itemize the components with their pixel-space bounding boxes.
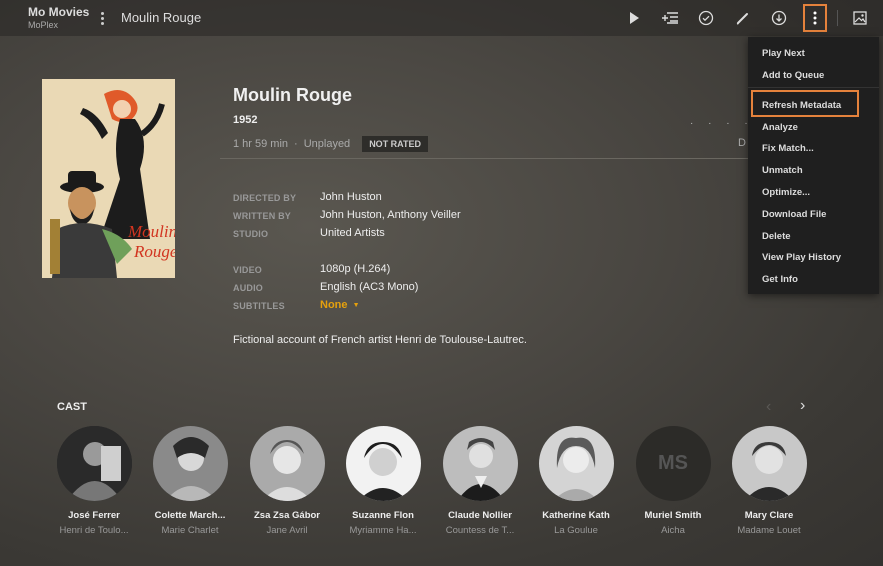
add-to-playlist-icon[interactable] xyxy=(658,6,682,30)
cast-member[interactable]: José Ferrer Henri de Toulo... xyxy=(44,426,144,536)
check-circle-icon[interactable] xyxy=(694,6,718,30)
movie-year: 1952 xyxy=(233,114,258,126)
avatar xyxy=(56,426,132,501)
cast-name: Mary Clare xyxy=(744,510,794,521)
more-options-button[interactable] xyxy=(803,4,827,32)
cast-name: Muriel Smith xyxy=(644,510,702,521)
cast-role: Aicha xyxy=(661,525,685,536)
duration: 1 hr 59 min xyxy=(233,138,289,150)
menu-item-get-info[interactable]: Get Info xyxy=(762,274,798,285)
cast-member[interactable]: Colette March... Marie Charlet xyxy=(140,426,240,536)
cast-role: Countess de T... xyxy=(445,525,515,536)
content-rating-badge: NOT RATED xyxy=(362,136,429,152)
movie-poster[interactable]: Moulin Rouge xyxy=(42,79,175,278)
cast-role: La Goulue xyxy=(554,525,598,536)
cast-member[interactable]: Mary Clare Madame Louet xyxy=(719,426,819,536)
chevron-right-icon[interactable]: › xyxy=(800,397,805,415)
server-name[interactable]: Mo Movies xyxy=(28,5,89,19)
movie-summary: Fictional account of French artist Henri… xyxy=(233,334,527,346)
subtitles-value: None xyxy=(320,299,348,311)
chevron-left-icon[interactable]: ‹ xyxy=(766,398,771,416)
video-label: VIDEO xyxy=(233,265,263,275)
cast-heading: CAST xyxy=(57,401,87,413)
cast-member[interactable]: Katherine Kath La Goulue xyxy=(526,426,626,536)
cast-role: Myriamme Ha... xyxy=(349,525,417,536)
audio-value[interactable]: English (AC3 Mono) xyxy=(320,281,418,293)
menu-divider xyxy=(748,87,879,88)
avatar xyxy=(345,426,421,501)
menu-item-download-file[interactable]: Download File xyxy=(762,209,826,220)
toolbar-divider xyxy=(837,10,838,26)
avatar xyxy=(249,426,325,501)
cast-member[interactable]: Claude Nollier Countess de T... xyxy=(430,426,530,536)
server-subtitle: MoPlex xyxy=(28,20,59,30)
menu-item-add-to-queue[interactable]: Add to Queue xyxy=(762,70,824,81)
avatar xyxy=(442,426,518,501)
cast-name: Claude Nollier xyxy=(448,510,512,521)
cast-member[interactable]: MS Muriel Smith Aicha xyxy=(623,426,723,536)
cast-name: Katherine Kath xyxy=(542,510,610,521)
cast-role: Marie Charlet xyxy=(161,525,219,536)
cast-name: Colette March... xyxy=(154,510,226,521)
avatar xyxy=(538,426,614,501)
menu-item-delete[interactable]: Delete xyxy=(762,231,791,242)
menu-item-unmatch[interactable]: Unmatch xyxy=(762,165,803,176)
avatar: MS xyxy=(635,426,711,501)
meta-separator: · xyxy=(294,138,298,150)
poster-title-top: Moulin xyxy=(127,222,175,241)
cast-name: Zsa Zsa Gábor xyxy=(254,510,320,521)
download-icon[interactable] xyxy=(767,6,791,30)
directed-by-value[interactable]: John Huston xyxy=(320,191,382,203)
menu-item-optimize[interactable]: Optimize... xyxy=(762,187,810,198)
studio-value[interactable]: United Artists xyxy=(320,227,385,239)
avatar xyxy=(731,426,807,501)
written-by-value[interactable]: John Huston, Anthony Veiller xyxy=(320,209,461,221)
cast-role: Madame Louet xyxy=(737,525,801,536)
caret-down-icon: ▼ xyxy=(352,301,360,309)
audio-label: AUDIO xyxy=(233,283,263,293)
cast-role: Jane Avril xyxy=(266,525,308,536)
subtitles-label: SUBTITLES xyxy=(233,301,285,311)
video-value: 1080p (H.264) xyxy=(320,263,391,275)
cast-member[interactable]: Zsa Zsa Gábor Jane Avril xyxy=(237,426,337,536)
cast-member[interactable]: Suzanne Flon Myriamme Ha... xyxy=(333,426,433,536)
edit-pencil-icon[interactable] xyxy=(731,6,755,30)
play-status: Unplayed xyxy=(303,138,351,150)
server-more-icon[interactable] xyxy=(96,8,108,28)
play-icon[interactable] xyxy=(622,6,646,30)
menu-item-fix-match[interactable]: Fix Match... xyxy=(762,143,814,154)
cast-name: José Ferrer xyxy=(68,510,120,521)
menu-item-view-play-history[interactable]: View Play History xyxy=(762,252,841,263)
avatar xyxy=(152,426,228,501)
cast-name: Suzanne Flon xyxy=(352,510,414,521)
info-divider xyxy=(220,158,750,159)
directed-by-label: DIRECTED BY xyxy=(233,193,297,203)
page-title: Moulin Rouge xyxy=(121,10,202,25)
top-bar: Mo Movies MoPlex Moulin Rouge xyxy=(0,0,883,36)
cast-role: Henri de Toulo... xyxy=(59,525,129,536)
more-options-menu: Play Next Add to Queue Refresh Metadata … xyxy=(748,37,879,294)
movie-title: Moulin Rouge xyxy=(233,85,352,105)
studio-label: STUDIO xyxy=(233,229,269,239)
partially-hidden-text: D xyxy=(738,137,746,149)
menu-item-refresh-metadata[interactable]: Refresh Metadata xyxy=(762,100,841,111)
poster-title-bottom: Rouge xyxy=(133,242,175,261)
image-icon[interactable] xyxy=(848,6,872,30)
movie-meta: 1 hr 59 min · Unplayed NOT RATED xyxy=(233,136,429,152)
menu-item-play-next[interactable]: Play Next xyxy=(762,48,805,59)
menu-item-analyze[interactable]: Analyze xyxy=(762,122,798,133)
subtitles-dropdown[interactable]: None ▼ xyxy=(320,299,360,311)
written-by-label: WRITTEN BY xyxy=(233,211,291,221)
